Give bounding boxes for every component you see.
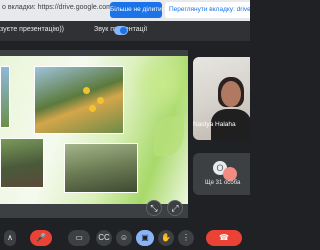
avatar xyxy=(223,167,237,181)
meeting-toolbar: ∧ 🎤 ▭ CC ☺ ▣ ✋ ⋮ ☎ xyxy=(0,225,250,250)
slide-photo-1 xyxy=(0,66,10,128)
participant-name: Nastya Halaha xyxy=(193,121,236,128)
fullscreen-icon[interactable]: ⤢ xyxy=(167,200,183,216)
presentation-control-bar: зуєте презентацію)) Звук презентації xyxy=(0,21,250,41)
more-options-chevron-icon[interactable]: ∧ xyxy=(4,230,16,246)
stop-sharing-button[interactable]: Більше не ділитися xyxy=(110,2,162,18)
participant-tile[interactable]: Nastya Halaha xyxy=(193,57,250,140)
tab-share-bar: о вкладки: https://drive.google.com Біль… xyxy=(0,0,250,21)
unpin-icon[interactable]: ⤡ xyxy=(146,200,162,216)
options-icon[interactable]: ⋮ xyxy=(178,230,194,246)
toggle-knob xyxy=(120,27,127,34)
more-participants-count: Ще 31 особа xyxy=(205,180,241,186)
presentation-stage xyxy=(0,50,188,218)
camera-icon[interactable]: ▭ xyxy=(68,230,90,246)
slide-photo-4 xyxy=(64,143,138,193)
slide-photo-2 xyxy=(34,66,124,134)
sunflower-detail xyxy=(97,97,104,104)
captions-icon[interactable]: CC xyxy=(96,230,112,246)
slide-photo-3 xyxy=(0,138,44,188)
more-participants-tile[interactable]: О Ще 31 особа xyxy=(193,153,250,195)
switch-tab-button[interactable]: Переглянути вкладку: drive.google.com xyxy=(165,2,250,18)
present-icon[interactable]: ▣ xyxy=(136,230,154,246)
slide-decoration xyxy=(128,56,188,118)
presentation-audio-toggle[interactable] xyxy=(114,26,128,35)
presentation-status-text: зуєте презентацію)) xyxy=(0,26,64,33)
sunflower-detail xyxy=(83,87,90,94)
microphone-off-icon[interactable]: 🎤 xyxy=(30,230,52,246)
raise-hand-icon[interactable]: ✋ xyxy=(158,230,174,246)
emoji-icon[interactable]: ☺ xyxy=(116,230,132,246)
shared-slide xyxy=(0,56,188,204)
sunflower-detail xyxy=(89,105,96,112)
leaf-decoration xyxy=(154,116,184,156)
share-status-text: о вкладки: https://drive.google.com xyxy=(2,4,112,11)
participant-face xyxy=(221,81,241,107)
end-call-icon[interactable]: ☎ xyxy=(206,230,242,246)
